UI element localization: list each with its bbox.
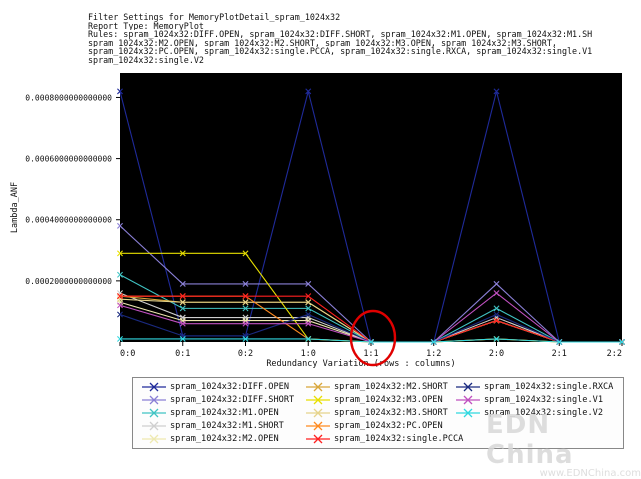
legend-swatch-icon (456, 382, 480, 392)
legend-label: spram_1024x32:M2.SHORT (334, 382, 448, 392)
legend-item: spram_1024x32:M2.OPEN (141, 433, 279, 445)
legend-label: spram_1024x32:M2.OPEN (170, 434, 279, 444)
legend-item: spram_1024x32:M1.SHORT (141, 420, 284, 432)
x-tick-label: 1:1 (363, 349, 378, 359)
legend-label: spram_1024x32:M1.OPEN (170, 408, 279, 418)
y-tick-label: 0.0004000000000000 (25, 216, 112, 225)
x-tick-label: 1:0 (301, 349, 316, 359)
x-tick-label: 0:2 (238, 349, 253, 359)
legend-label: spram_1024x32:M1.SHORT (170, 421, 284, 431)
legend-swatch-icon (142, 382, 166, 392)
legend-swatch-icon (142, 395, 166, 405)
legend-label: spram_1024x32:single.PCCA (334, 434, 464, 444)
legend-item: spram_1024x32:PC.OPEN (305, 420, 443, 432)
legend-item: spram_1024x32:M1.OPEN (141, 407, 279, 419)
y-axis-label: Lambda_ANF (10, 182, 20, 233)
legend-swatch-icon (306, 434, 330, 444)
legend-item: spram_1024x32:DIFF.SHORT (141, 394, 294, 406)
x-tick-label: 2:1 (552, 349, 567, 359)
x-tick-label: 1:2 (426, 349, 441, 359)
x-tick-label: 0:0 (120, 349, 135, 359)
legend-swatch-icon (456, 408, 480, 418)
legend-swatch-icon (306, 421, 330, 431)
x-tick-label: 2:0 (489, 349, 504, 359)
x-tick-label: 2:2 (607, 349, 622, 359)
legend-swatch-icon (456, 395, 480, 405)
legend-label: spram_1024x32:DIFF.OPEN (170, 382, 289, 392)
legend-swatch-icon (306, 408, 330, 418)
legend-item: spram_1024x32:single.V1 (455, 394, 603, 406)
legend-swatch-icon (306, 395, 330, 405)
x-tick-label: 0:1 (175, 349, 190, 359)
legend-label: spram_1024x32:DIFF.SHORT (170, 395, 295, 405)
legend-label: spram_1024x32:single.RXCA (484, 382, 614, 392)
legend-label: spram_1024x32:M3.SHORT (334, 408, 448, 418)
legend-label: spram_1024x32:M3.OPEN (334, 395, 443, 405)
legend-swatch-icon (142, 408, 166, 418)
watermark: EDN China www.EDNChina.com (486, 410, 641, 479)
plot-area (120, 73, 622, 342)
y-tick-label: 0.0006000000000000 (25, 155, 112, 164)
legend-item: spram_1024x32:M3.OPEN (305, 394, 443, 406)
legend-item: spram_1024x32:M3.SHORT (305, 407, 448, 419)
legend-item: spram_1024x32:M2.SHORT (305, 381, 448, 393)
legend-swatch-icon (142, 421, 166, 431)
legend-item: spram_1024x32:DIFF.OPEN (141, 381, 289, 393)
legend-swatch-icon (306, 382, 330, 392)
legend-label: spram_1024x32:PC.OPEN (334, 421, 443, 431)
y-tick-label: 0.0002000000000000 (25, 277, 112, 286)
legend-label: spram_1024x32:single.V1 (484, 395, 603, 405)
legend-item: spram_1024x32:single.PCCA (305, 433, 463, 445)
legend-item: spram_1024x32:single.RXCA (455, 381, 613, 393)
y-tick-label: 0.0008000000000000 (25, 93, 112, 102)
legend-swatch-icon (142, 434, 166, 444)
watermark-logo-text: EDN China (486, 410, 574, 470)
